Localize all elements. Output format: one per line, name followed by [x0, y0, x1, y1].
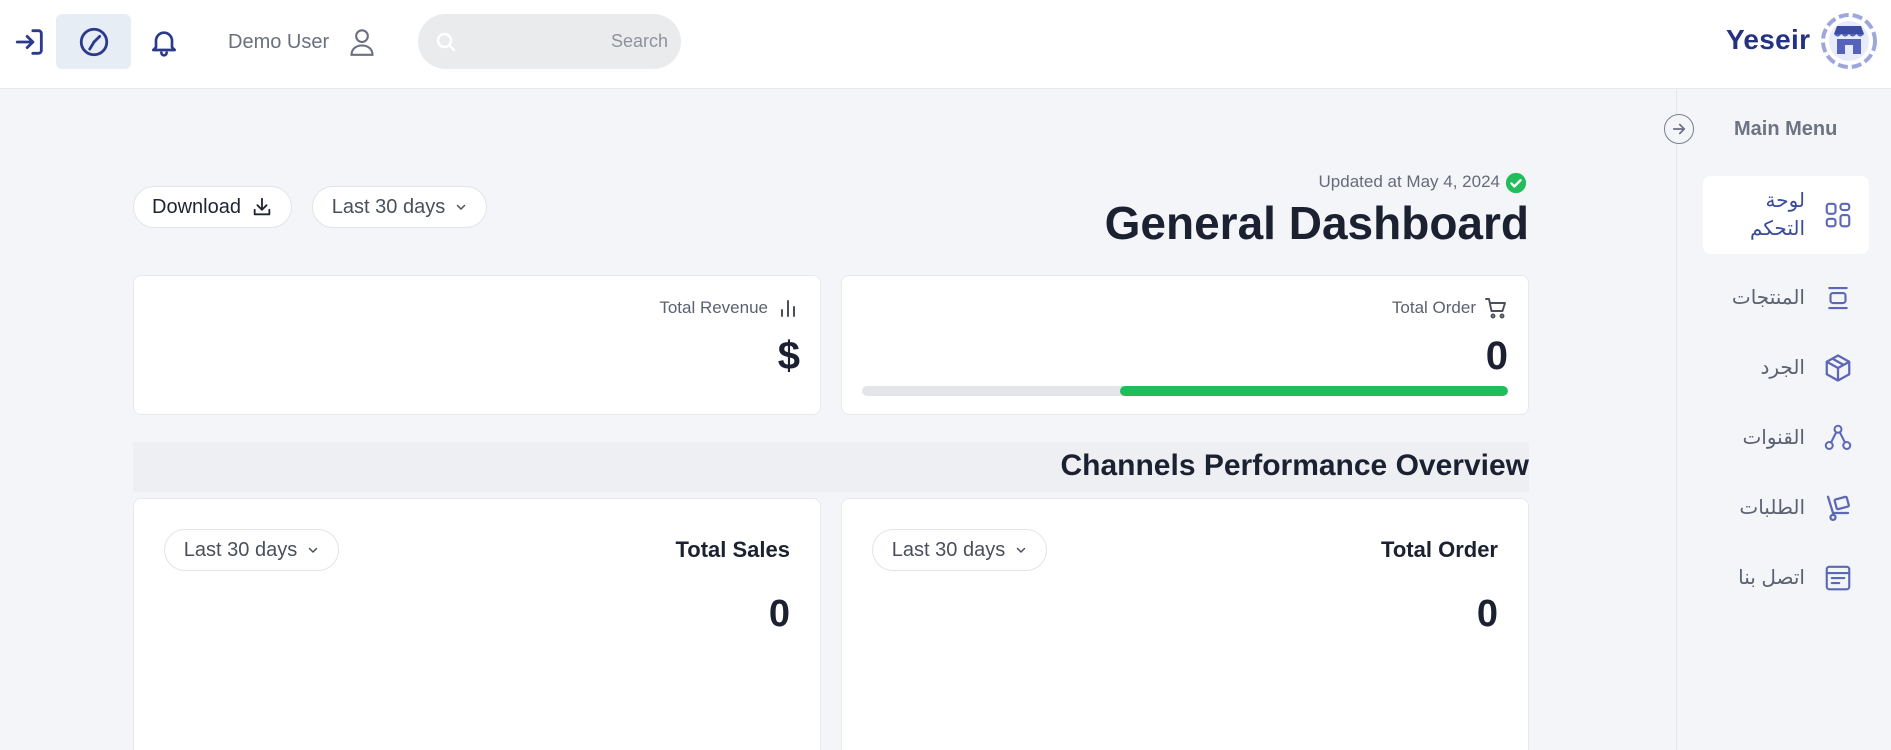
date-range-select[interactable]: Last 30 days [312, 186, 487, 228]
cart-dolly-icon [1823, 493, 1853, 523]
brand-logo-icon [1820, 12, 1878, 70]
kpi-label: Total Order [1391, 298, 1476, 317]
date-range-label: Last 30 days [183, 538, 298, 561]
sidebar-item-inventory[interactable]: الجرد [1703, 348, 1869, 388]
user-name[interactable]: Demo User [228, 31, 329, 54]
cart-icon [1484, 296, 1508, 320]
page-title: General Dashboard [1104, 197, 1529, 249]
order-progress-fill [1120, 386, 1508, 396]
sidebar-item-label: الطلبات [1739, 497, 1805, 519]
sidebar-item-label: المنتجات [1731, 287, 1805, 309]
sidebar-title: Main Menu [1734, 118, 1838, 140]
card-value: 0 [768, 593, 790, 635]
sidebar-item-channels[interactable]: القنوات [1703, 418, 1869, 458]
updated-timestamp: Updated at May 4, 2024 [1318, 172, 1500, 191]
date-range-label: Last 30 days [331, 195, 446, 218]
top-bar: Demo User Yeseir [0, 0, 1891, 89]
login-icon[interactable] [10, 22, 50, 62]
total-revenue-card: Total Revenue $ [133, 275, 821, 415]
chevron-down-icon [455, 201, 467, 213]
card-title: Total Order [1381, 537, 1498, 562]
kpi-value: $ [777, 334, 800, 378]
bell-icon[interactable] [144, 22, 184, 62]
total-sales-card: Last 30 days Total Sales 0 [133, 498, 821, 750]
search-box[interactable] [418, 14, 681, 69]
date-range-label: Last 30 days [891, 538, 1006, 561]
sidebar-item-label: القنوات [1742, 427, 1805, 449]
sidebar-item-label: الجرد [1760, 357, 1805, 379]
bar-chart-icon [776, 296, 800, 320]
check-circle-icon [1505, 172, 1527, 194]
order-progress-bar [862, 386, 1508, 396]
channel-total-order-card: Last 30 days Total Order 0 [841, 498, 1529, 750]
dashboard-icon [1823, 200, 1853, 230]
kpi-value: 0 [1485, 334, 1508, 378]
user-icon[interactable] [344, 22, 380, 62]
chevron-down-icon [307, 544, 319, 556]
card-value: 0 [1476, 593, 1498, 635]
total-order-card: Total Order 0 [841, 275, 1529, 415]
download-button[interactable]: Download [133, 186, 292, 228]
card-title: Total Sales [675, 537, 790, 562]
chevron-down-icon [1015, 544, 1027, 556]
sidebar-item-contact[interactable]: اتصل بنا [1703, 558, 1869, 598]
sidebar-item-dashboard[interactable]: لوحة التحكم [1703, 176, 1869, 254]
search-input[interactable] [468, 14, 668, 69]
box-icon [1823, 353, 1853, 383]
sidebar-item-label: لوحة التحكم [1750, 190, 1805, 240]
sales-date-range-select[interactable]: Last 30 days [164, 529, 339, 571]
products-icon [1823, 283, 1853, 313]
sidebar-item-orders[interactable]: الطلبات [1703, 488, 1869, 528]
kpi-label: Total Revenue [659, 298, 768, 317]
sidebar-collapse-button[interactable] [1664, 114, 1694, 144]
download-icon [251, 196, 273, 218]
channels-title: Channels Performance Overview [1060, 449, 1529, 482]
contact-icon [1823, 563, 1853, 593]
order-date-range-select[interactable]: Last 30 days [872, 529, 1047, 571]
channels-icon [1823, 423, 1853, 453]
sidebar-item-products[interactable]: المنتجات [1703, 278, 1869, 318]
sidebar-item-label: اتصل بنا [1738, 567, 1805, 589]
brand-name: Yeseir [1726, 24, 1811, 55]
search-icon [434, 30, 458, 54]
history-icon[interactable] [56, 14, 131, 69]
download-label: Download [152, 195, 241, 218]
